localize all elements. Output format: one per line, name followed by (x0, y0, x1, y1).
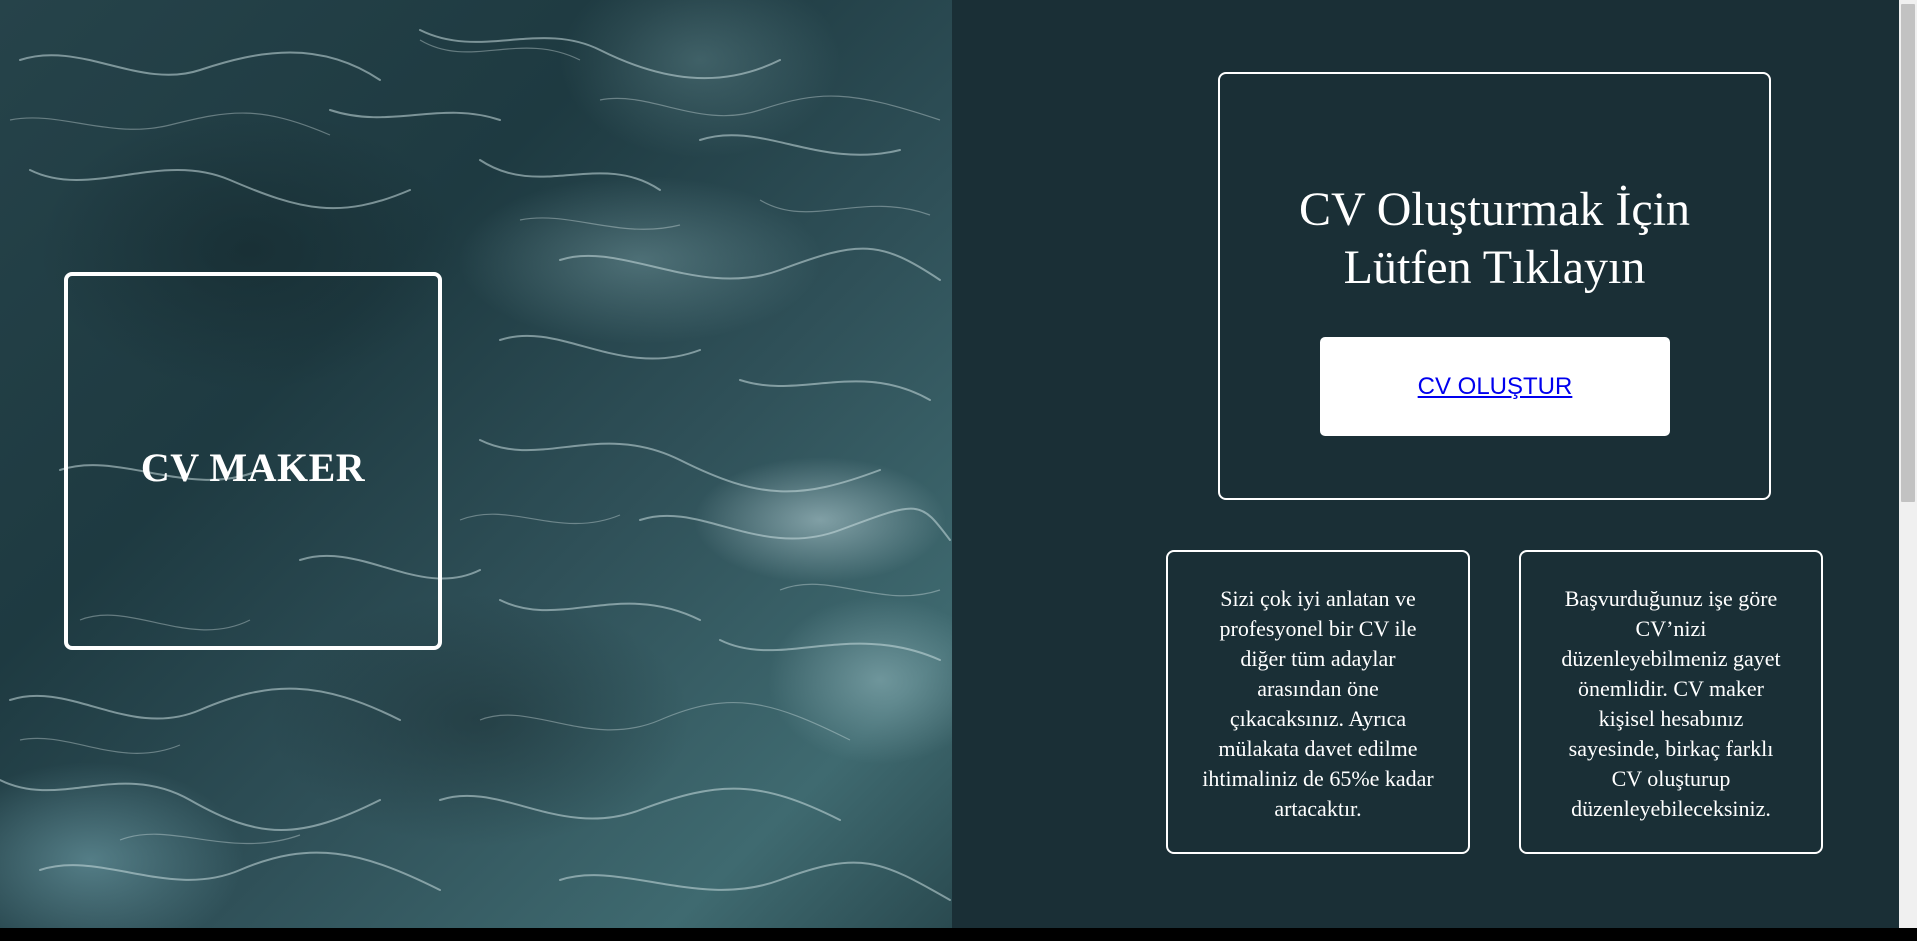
bottom-edge (0, 928, 1917, 941)
create-cv-link[interactable]: CV OLUŞTUR (1418, 373, 1573, 401)
feature-card-2-text: Başvurduğunuz işe göre CV’nizi düzenleye… (1561, 586, 1781, 821)
vertical-scrollbar[interactable] (1899, 0, 1917, 928)
create-cv-button[interactable]: CV OLUŞTUR (1320, 337, 1670, 436)
cta-card: CV Oluşturmak İçin Lütfen Tıklayın CV OL… (1218, 72, 1771, 500)
cta-title: CV Oluşturmak İçin Lütfen Tıklayın (1298, 183, 1691, 294)
scrollbar-thumb[interactable] (1901, 4, 1915, 502)
hero-image: CV MAKER (0, 0, 952, 928)
right-panel: CV Oluşturmak İçin Lütfen Tıklayın CV OL… (952, 0, 1899, 928)
logo-text: CV MAKER (140, 444, 366, 490)
page: CV MAKER CV Oluşturmak İçin Lütfen Tıkla… (0, 0, 1917, 941)
feature-card-1: Sizi çok iyi anlatan ve profesyonel bir … (1166, 550, 1470, 854)
logo-box: CV MAKER (64, 272, 442, 650)
feature-card-2: Başvurduğunuz işe göre CV’nizi düzenleye… (1519, 550, 1823, 854)
feature-card-1-text: Sizi çok iyi anlatan ve profesyonel bir … (1202, 586, 1434, 821)
